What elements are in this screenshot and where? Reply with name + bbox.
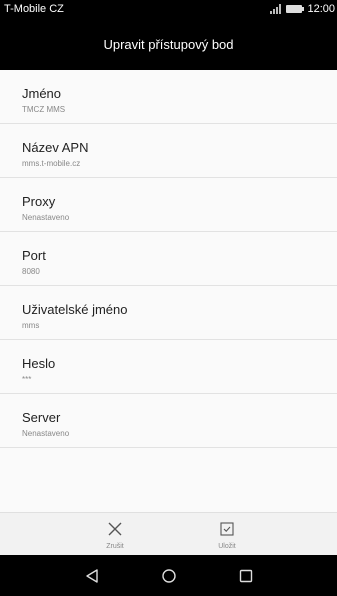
list-item-value: Nenastaveno bbox=[22, 213, 70, 222]
checkbox-icon bbox=[197, 517, 257, 541]
list-item-value: 8080 bbox=[22, 267, 40, 276]
back-triangle-icon[interactable] bbox=[80, 565, 104, 587]
list-item-password[interactable]: Heslo *** bbox=[0, 340, 337, 394]
home-circle-icon[interactable] bbox=[157, 565, 181, 587]
list-item-port[interactable]: Port 8080 bbox=[0, 232, 337, 286]
signal-icon bbox=[270, 4, 282, 14]
battery-icon bbox=[286, 5, 305, 13]
list-item-title: Heslo bbox=[22, 356, 56, 371]
close-icon bbox=[85, 517, 145, 541]
bottom-action-bar: Zrušit Uložit bbox=[0, 512, 337, 555]
list-item-value: mms bbox=[22, 321, 40, 330]
list-item-title: Server bbox=[22, 410, 61, 425]
action-bar: Upravit přístupový bod bbox=[0, 19, 337, 70]
list-item-username[interactable]: Uživatelské jméno mms bbox=[0, 286, 337, 340]
carrier-name: T-Mobile CZ bbox=[4, 3, 64, 15]
list-item-value: *** bbox=[22, 375, 32, 384]
list-item-name[interactable]: Jméno TMCZ MMS bbox=[0, 70, 337, 124]
recents-square-icon[interactable] bbox=[234, 565, 258, 587]
list-item-value: mms.t-mobile.cz bbox=[22, 159, 81, 168]
list-item-value: Nenastaveno bbox=[22, 429, 70, 438]
list-item-proxy[interactable]: Proxy Nenastaveno bbox=[0, 178, 337, 232]
save-label: Uložit bbox=[218, 543, 236, 550]
list-item-title: Název APN bbox=[22, 140, 89, 155]
page-title: Upravit přístupový bod bbox=[103, 37, 234, 52]
cancel-label: Zrušit bbox=[106, 543, 124, 550]
list-item-server[interactable]: Server Nenastaveno bbox=[0, 394, 337, 448]
list-item-apn[interactable]: Název APN mms.t-mobile.cz bbox=[0, 124, 337, 178]
apn-settings-list: Jméno TMCZ MMS Název APN mms.t-mobile.cz… bbox=[0, 70, 337, 512]
status-bar: T-Mobile CZ 12:00 bbox=[0, 0, 337, 19]
list-item-title: Uživatelské jméno bbox=[22, 302, 128, 317]
list-item-title: Jméno bbox=[22, 86, 62, 101]
list-item-value: TMCZ MMS bbox=[22, 105, 66, 114]
list-item-title: Proxy bbox=[22, 194, 56, 209]
cancel-button[interactable]: Zrušit bbox=[85, 517, 145, 550]
navigation-bar bbox=[0, 555, 337, 596]
list-item-title: Port bbox=[22, 248, 46, 263]
save-button[interactable]: Uložit bbox=[197, 517, 257, 550]
status-time: 12:00 bbox=[307, 3, 335, 15]
